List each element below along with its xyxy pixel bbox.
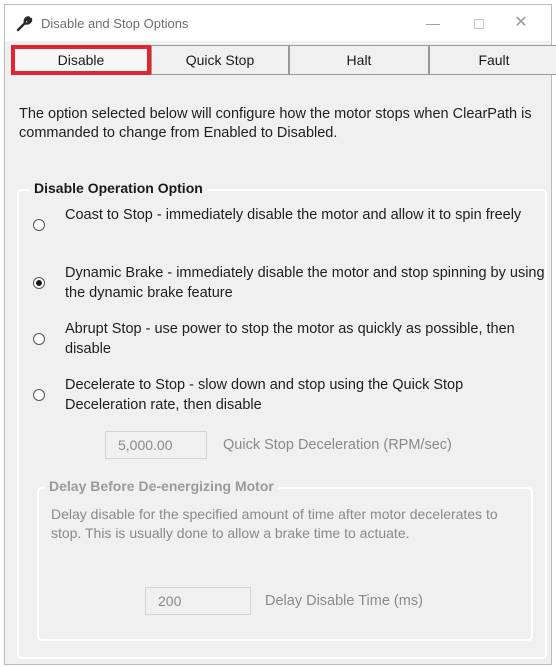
delay-group: Delay Before De-energizing Motor Delay d… xyxy=(37,478,533,641)
wrench-icon xyxy=(16,16,33,32)
delay-time-input[interactable]: 200 xyxy=(145,587,251,615)
intro-text: The option selected below will configure… xyxy=(19,106,532,141)
delay-legend: Delay Before De-energizing Motor xyxy=(45,478,278,494)
minimize-button[interactable]: — xyxy=(421,13,445,33)
tab-quick-stop[interactable]: Quick Stop xyxy=(151,45,289,75)
dialog-window: Disable and Stop Options — ✕ Disable Qui… xyxy=(4,4,556,665)
radio-dynamic-brake[interactable] xyxy=(33,277,45,289)
option-label: Coast to Stop - immediately disable the … xyxy=(65,207,522,223)
quick-stop-decel-label: Quick Stop Deceleration (RPM/sec) xyxy=(223,437,452,453)
maximize-button[interactable] xyxy=(467,13,491,33)
tab-bar: Disable Quick Stop Halt Fault xyxy=(5,45,556,75)
delay-description: Delay disable for the specified amount o… xyxy=(51,506,498,541)
radio-decelerate-to-stop[interactable] xyxy=(33,389,45,401)
disable-operation-group: Disable Operation Option Coast to Stop -… xyxy=(17,180,547,659)
tab-disable[interactable]: Disable xyxy=(11,45,151,75)
option-label: Decelerate to Stop - slow down and stop … xyxy=(65,377,464,413)
radio-abrupt-stop[interactable] xyxy=(33,333,45,345)
close-button[interactable]: ✕ xyxy=(509,13,533,33)
tab-halt[interactable]: Halt xyxy=(289,45,429,75)
title-bar: Disable and Stop Options — ✕ xyxy=(5,5,551,41)
group-legend: Disable Operation Option xyxy=(29,180,208,196)
option-label: Dynamic Brake - immediately disable the … xyxy=(65,265,545,301)
radio-coast-to-stop[interactable] xyxy=(33,219,45,231)
quick-stop-decel-input[interactable]: 5,000.00 xyxy=(105,431,207,459)
option-label: Abrupt Stop - use power to stop the moto… xyxy=(65,321,515,357)
delay-time-label: Delay Disable Time (ms) xyxy=(265,593,423,609)
window-title: Disable and Stop Options xyxy=(41,16,189,31)
maximize-icon xyxy=(474,19,484,30)
tab-fault[interactable]: Fault xyxy=(429,45,556,75)
